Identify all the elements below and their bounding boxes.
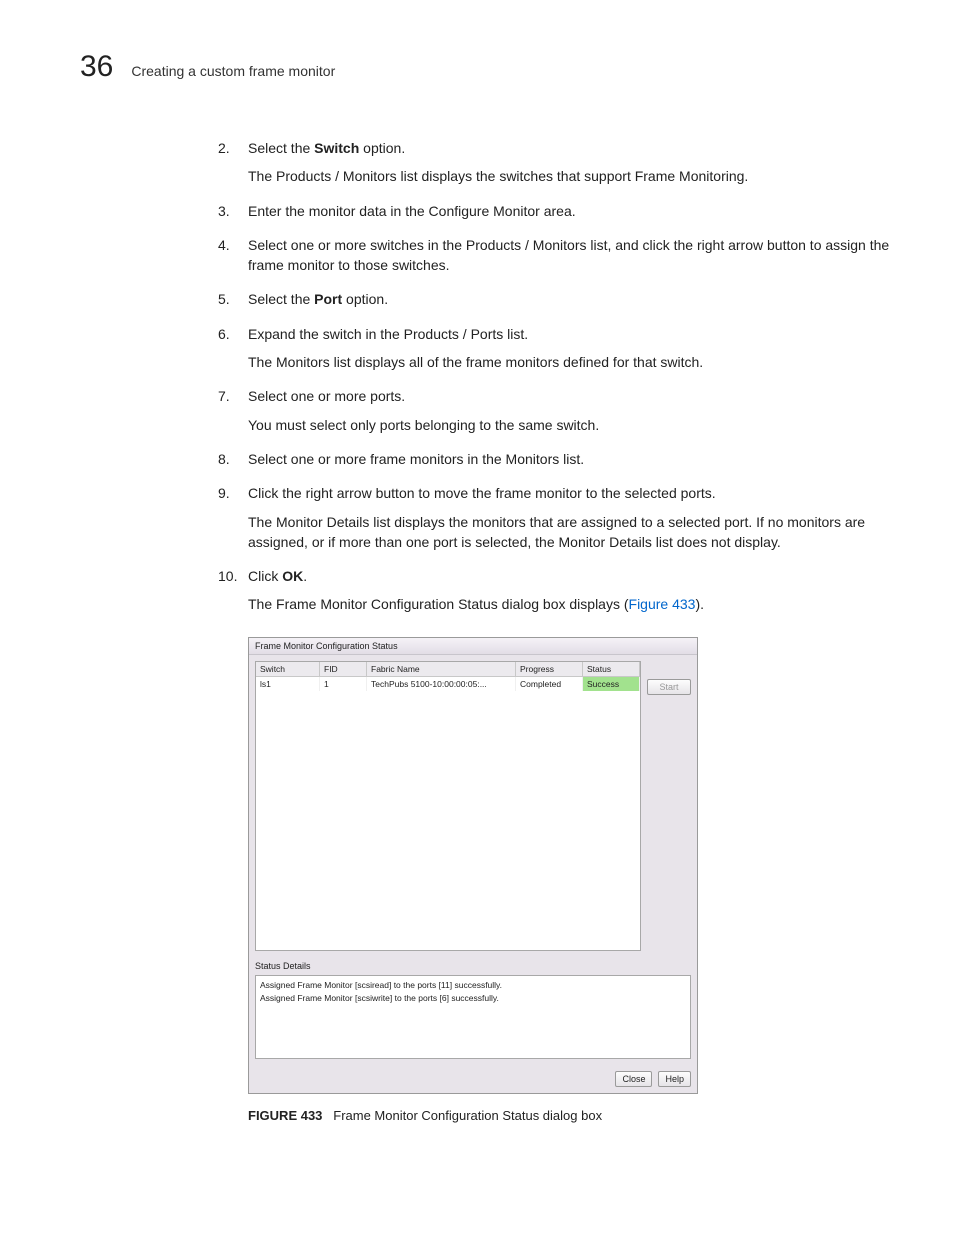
dialog-screenshot: Frame Monitor Configuration Status Switc… (248, 637, 698, 1094)
figure-text: Frame Monitor Configuration Status dialo… (333, 1108, 602, 1123)
figure-label: FIGURE 433 (248, 1108, 322, 1123)
status-details-box: Assigned Frame Monitor [scsiread] to the… (255, 975, 691, 1059)
figure-link[interactable]: Figure 433 (629, 596, 696, 612)
step-6: Expand the switch in the Products / Port… (218, 324, 896, 373)
step-body: You must select only ports belonging to … (248, 415, 896, 435)
details-line: Assigned Frame Monitor [scsiwrite] to th… (260, 992, 686, 1005)
step-bold: Port (314, 291, 342, 307)
step-body: The Products / Monitors list displays th… (248, 166, 896, 186)
table-header-row: Switch FID Fabric Name Progress Status (256, 662, 640, 677)
step-body-pre: The Frame Monitor Configuration Status d… (248, 596, 629, 612)
step-text: Select one or more ports. (248, 388, 405, 404)
chapter-number: 36 (80, 52, 113, 82)
step-list: Select the Switch option. The Products /… (218, 138, 896, 615)
cell-progress: Completed (516, 676, 583, 691)
col-switch: Switch (256, 662, 320, 677)
step-body-post: ). (695, 596, 704, 612)
step-text: Select one or more switches in the Produ… (248, 237, 889, 273)
col-fid: FID (320, 662, 367, 677)
step-8: Select one or more frame monitors in the… (218, 449, 896, 469)
step-4: Select one or more switches in the Produ… (218, 235, 896, 276)
step-body: The Monitors list displays all of the fr… (248, 352, 896, 372)
step-10: Click OK. The Frame Monitor Configuratio… (218, 566, 896, 615)
close-button[interactable]: Close (615, 1071, 652, 1087)
step-text: Click the right arrow button to move the… (248, 485, 716, 501)
col-progress: Progress (516, 662, 583, 677)
cell-fid: 1 (320, 676, 367, 691)
step-text: Select one or more frame monitors in the… (248, 451, 584, 467)
cell-switch: ls1 (256, 676, 320, 691)
step-text: Enter the monitor data in the Configure … (248, 203, 576, 219)
figure-caption: FIGURE 433 Frame Monitor Configuration S… (248, 1108, 896, 1123)
step-text: Click (248, 568, 282, 584)
step-bold: OK (282, 568, 303, 584)
help-button[interactable]: Help (658, 1071, 691, 1087)
page-header: 36 Creating a custom frame monitor (80, 52, 906, 82)
details-line: Assigned Frame Monitor [scsiread] to the… (260, 979, 686, 992)
col-fabric-name: Fabric Name (367, 662, 516, 677)
step-text-post: . (303, 568, 307, 584)
step-bold: Switch (314, 140, 359, 156)
step-text: Expand the switch in the Products / Port… (248, 326, 528, 342)
step-2: Select the Switch option. The Products /… (218, 138, 896, 187)
col-status: Status (583, 662, 640, 677)
step-text: Select the (248, 140, 314, 156)
step-7: Select one or more ports. You must selec… (218, 386, 896, 435)
step-body: The Monitor Details list displays the mo… (248, 512, 896, 553)
step-9: Click the right arrow button to move the… (218, 483, 896, 552)
step-text-post: option. (359, 140, 405, 156)
dialog-titlebar: Frame Monitor Configuration Status (249, 638, 697, 655)
step-5: Select the Port option. (218, 289, 896, 309)
table-row[interactable]: ls1 1 TechPubs 5100-10:00:00:05:... Comp… (256, 676, 640, 691)
status-table: Switch FID Fabric Name Progress Status l… (255, 661, 641, 951)
step-body: The Frame Monitor Configuration Status d… (248, 594, 896, 614)
cell-fabric-name: TechPubs 5100-10:00:00:05:... (367, 676, 516, 691)
start-button[interactable]: Start (647, 679, 691, 695)
chapter-title: Creating a custom frame monitor (131, 63, 335, 79)
cell-status: Success (583, 676, 640, 691)
step-text: Select the (248, 291, 314, 307)
status-details-label: Status Details (255, 961, 691, 971)
step-3: Enter the monitor data in the Configure … (218, 201, 896, 221)
step-text-post: option. (342, 291, 388, 307)
